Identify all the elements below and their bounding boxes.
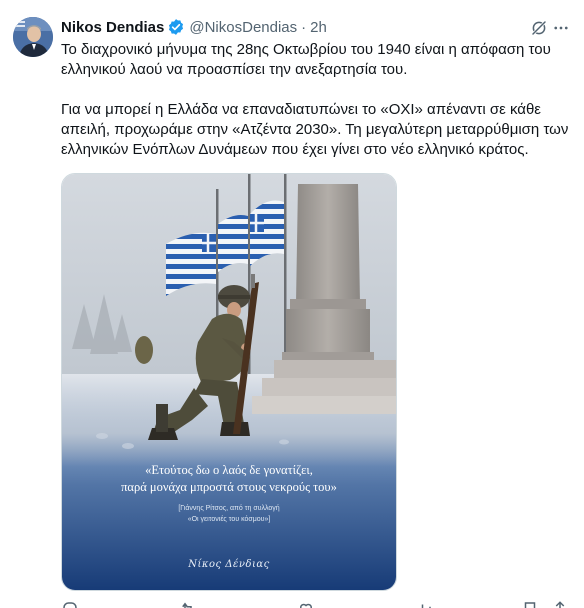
media-source-line-1: [Γιάννης Ρίτσος, από τη συλλογή — [178, 505, 280, 512]
views-icon[interactable] — [415, 600, 433, 608]
tweet-paragraph-2: Για να μπορεί η Ελλάδα να επαναδιατυπώνε… — [61, 101, 569, 158]
verified-badge-icon[interactable] — [167, 18, 185, 36]
media-source-line-2: «Οι γειτονιές του κόσμου»] — [187, 516, 271, 523]
tweet-actions-bar — [61, 600, 571, 608]
media-quote-line-1: «Ετούτος δω ο λαός δε γονατίζει, — [145, 463, 313, 477]
media-quote-line-2: παρά μονάχα μπροστά στους νεκρούς του» — [121, 480, 337, 494]
tweet-image[interactable]: «Ετούτος δω ο λαός δε γονατίζει, παρά μο… — [61, 173, 397, 591]
media-signature: Νίκος Δένδιας — [188, 559, 270, 570]
reply-icon[interactable] — [61, 600, 79, 608]
tweet-text: Το διαχρονικό μήνυμα της 28ης Οκτωβρίου … — [61, 40, 571, 160]
author-display-name[interactable]: Nikos Dendias — [61, 19, 164, 36]
grok-icon[interactable] — [530, 19, 548, 37]
bookmark-icon[interactable] — [521, 600, 539, 608]
tweet-header: Nikos Dendias @NikosDendias · 2h — [61, 17, 568, 37]
tweet[interactable]: Nikos Dendias @NikosDendias · 2h Το διαχ… — [0, 0, 584, 608]
repost-icon[interactable] — [179, 600, 197, 608]
tweet-paragraph-1: Το διαχρονικό μήνυμα της 28ης Οκτωβρίου … — [61, 41, 551, 78]
tweet-timestamp[interactable]: 2h — [310, 19, 327, 36]
like-icon[interactable] — [297, 600, 315, 608]
header-separator: · — [301, 18, 307, 36]
share-icon[interactable] — [551, 600, 569, 608]
author-handle[interactable]: @NikosDendias — [189, 19, 297, 36]
author-avatar[interactable] — [13, 17, 53, 57]
more-icon[interactable] — [552, 19, 570, 37]
